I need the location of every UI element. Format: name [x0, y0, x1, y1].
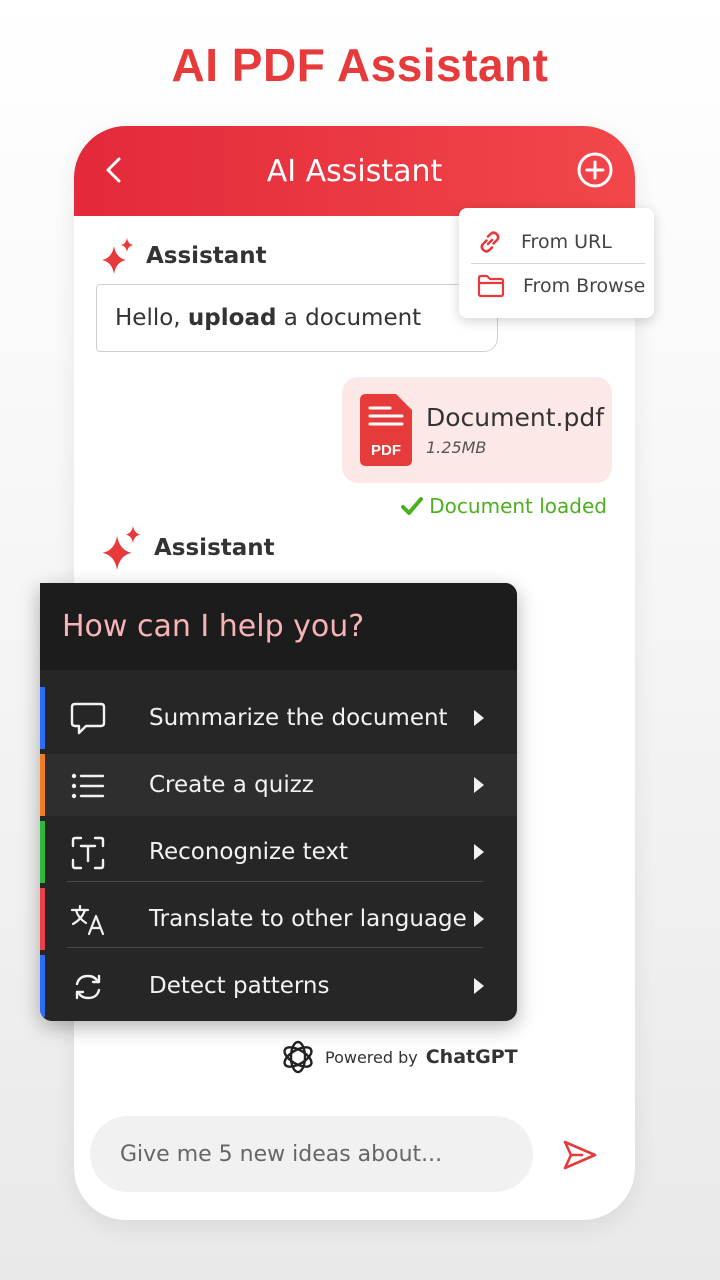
sparkle-icon: [102, 526, 141, 570]
assistant-sender-1: Assistant: [100, 238, 267, 274]
send-icon: [563, 1140, 597, 1170]
source-item-label: From URL: [521, 231, 612, 253]
text-scan-icon: [71, 836, 105, 870]
sparkle-icon: [102, 238, 133, 274]
back-button[interactable]: [94, 150, 134, 190]
app-bar: AI Assistant: [74, 126, 635, 216]
caret-right-icon: [474, 911, 484, 927]
plus-circle-icon: [577, 152, 613, 188]
help-item-accent: [40, 955, 45, 1017]
chevron-left-icon: [106, 157, 121, 183]
folder-icon: [477, 274, 505, 298]
help-item-patterns[interactable]: Detect patterns: [40, 955, 517, 1017]
greeting-text-bold: upload: [187, 305, 277, 331]
caret-right-icon: [474, 844, 484, 860]
pdf-file-icon: PDF: [360, 394, 412, 466]
help-menu-divider: [67, 881, 483, 882]
message-input[interactable]: Give me 5 new ideas about...: [90, 1116, 533, 1192]
greeting-text-end: a document: [276, 305, 422, 331]
document-message[interactable]: PDF Document.pdf 1.25MB: [342, 377, 612, 483]
chat-bubble-icon: [70, 702, 106, 735]
help-item-label: Detect patterns: [149, 973, 330, 999]
document-info: Document.pdf 1.25MB: [426, 403, 604, 457]
openai-logo-icon: [283, 1040, 313, 1074]
source-item-label: From Browse: [523, 275, 646, 297]
help-menu: How can I help you? Summarize the docume…: [40, 583, 517, 1021]
add-document-button[interactable]: [573, 148, 617, 192]
message-input-placeholder: Give me 5 new ideas about...: [120, 1141, 443, 1167]
document-size: 1.25MB: [426, 438, 487, 457]
sender-name: Assistant: [154, 535, 275, 561]
greeting-message: Hello, upload a document: [96, 284, 498, 352]
help-item-translate[interactable]: Translate to other language: [40, 888, 517, 950]
translate-icon: [70, 904, 105, 936]
powered-by: Powered by ChatGPT: [279, 1038, 518, 1076]
document-name: Document.pdf: [426, 403, 605, 432]
caret-right-icon: [474, 710, 484, 726]
sender-name: Assistant: [146, 243, 267, 269]
help-item-accent: [40, 888, 45, 950]
assistant-sender-2: Assistant: [100, 526, 275, 570]
checkmark-icon: [401, 497, 424, 515]
document-loaded-text: Document loaded: [429, 494, 607, 518]
help-item-label: Create a quizz: [149, 772, 314, 798]
help-item-recognize[interactable]: Reconognize text: [40, 821, 517, 883]
caret-right-icon: [474, 978, 484, 994]
caret-right-icon: [474, 777, 484, 793]
help-item-summarize[interactable]: Summarize the document: [40, 687, 517, 749]
source-menu: From URL From Browse: [459, 208, 654, 318]
source-item-browse[interactable]: From Browse: [471, 264, 647, 308]
powered-by-brand: ChatGPT: [425, 1046, 518, 1068]
promo-title: AI PDF Assistant: [171, 39, 549, 91]
help-item-quiz[interactable]: Create a quizz: [40, 754, 517, 816]
help-item-accent: [40, 687, 45, 749]
help-menu-title: How can I help you?: [40, 583, 517, 670]
link-icon: [480, 231, 500, 253]
help-item-label: Translate to other language: [149, 906, 467, 932]
send-button[interactable]: [558, 1133, 602, 1177]
help-item-accent: [40, 821, 45, 883]
help-item-label: Summarize the document: [149, 705, 448, 731]
list-icon: [71, 773, 105, 799]
app-bar-title: AI Assistant: [266, 153, 443, 189]
help-item-accent: [40, 754, 45, 816]
source-item-url[interactable]: From URL: [471, 220, 647, 264]
powered-by-prefix: Powered by: [325, 1047, 418, 1067]
pdf-badge-text: PDF: [371, 442, 401, 459]
help-item-label: Reconognize text: [149, 839, 348, 865]
help-menu-divider: [67, 947, 483, 948]
greeting-text-start: Hello,: [115, 305, 188, 331]
document-loaded-status: Document loaded: [401, 494, 607, 518]
refresh-icon: [75, 974, 101, 1000]
